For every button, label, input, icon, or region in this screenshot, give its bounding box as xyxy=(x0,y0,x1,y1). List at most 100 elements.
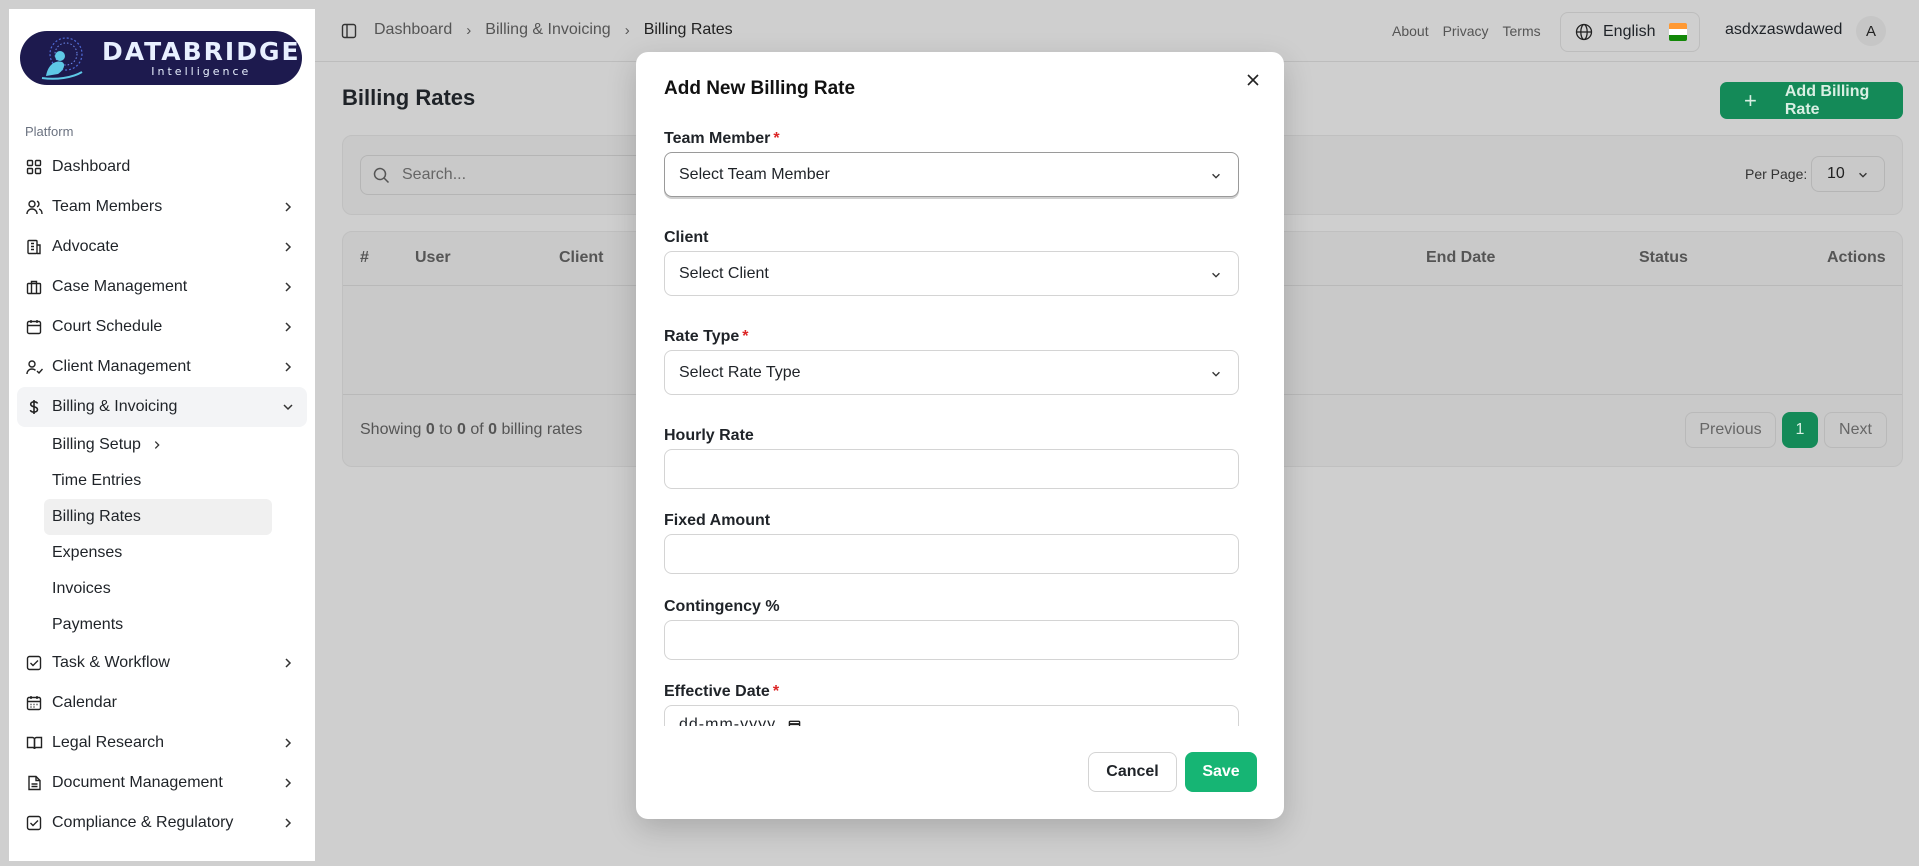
team-member-value: Select Team Member xyxy=(679,165,830,183)
sidebar-item-label: Court Schedule xyxy=(52,318,163,335)
required-marker: * xyxy=(772,683,780,700)
file-icon xyxy=(25,774,43,792)
chevron-right-icon xyxy=(281,240,295,254)
calendar-icon[interactable] xyxy=(788,719,801,726)
required-marker: * xyxy=(773,130,780,147)
column-header-end-date: End Date xyxy=(1426,249,1496,266)
sidebar-subitem-payments[interactable]: Payments xyxy=(44,607,272,643)
contingency-input[interactable] xyxy=(664,620,1239,660)
column-header-actions: Actions xyxy=(1827,249,1886,266)
search-input[interactable]: Search... xyxy=(360,155,660,195)
sidebar-item-label: Legal Research xyxy=(52,734,165,751)
sidebar-item-document-management[interactable]: Document Management xyxy=(17,763,307,803)
team-member-label-text: Team Member xyxy=(664,130,771,147)
briefcase-icon xyxy=(25,278,43,296)
sidebar-item-court-schedule[interactable]: Court Schedule xyxy=(17,307,307,347)
client-select[interactable]: Select Client xyxy=(664,251,1239,296)
sidebar-item-label: Case Management xyxy=(52,278,188,295)
fixed-amount-label: Fixed Amount xyxy=(664,512,771,529)
sidebar-item-label: Team Members xyxy=(52,198,163,215)
sidebar-item-label: Task & Workflow xyxy=(52,654,170,671)
chevron-right-icon xyxy=(281,776,295,790)
sidebar-subitem-label: Payments xyxy=(52,616,124,633)
language-selector[interactable]: English xyxy=(1560,12,1700,52)
users-icon xyxy=(25,198,43,216)
top-links: About Privacy Terms xyxy=(1392,23,1555,39)
next-page-button[interactable]: Next xyxy=(1824,412,1887,448)
avatar[interactable]: A xyxy=(1856,16,1886,46)
team-member-select[interactable]: Select Team Member xyxy=(664,152,1239,197)
grid-icon xyxy=(25,158,43,176)
add-billing-rate-label: Add Billing Rate xyxy=(1784,82,1870,118)
sidebar-subitem-time-entries[interactable]: Time Entries xyxy=(44,463,272,499)
chevron-down-icon xyxy=(1857,168,1869,180)
per-page-label: Per Page: xyxy=(1745,166,1808,182)
contingency-label: Contingency % xyxy=(664,598,780,615)
username[interactable]: asdxzaswdawed xyxy=(1725,21,1842,39)
sidebar-subitem-label: Expenses xyxy=(52,544,123,561)
sidebar-section-label: Platform xyxy=(25,124,74,139)
page-1-button[interactable]: 1 xyxy=(1782,412,1818,448)
effective-date-label-text: Effective Date xyxy=(664,683,770,700)
sidebar-item-label: Document Management xyxy=(52,774,223,791)
breadcrumb-billing-invoicing[interactable]: Billing & Invoicing xyxy=(485,21,610,39)
brand-logo[interactable]: DATABRIDGE Intelligence xyxy=(20,31,302,85)
brand-name: DATABRIDGE xyxy=(102,37,301,66)
sidebar-item-billing-invoicing[interactable]: Billing & Invoicing xyxy=(17,387,307,427)
client-label: Client xyxy=(664,229,709,246)
dialog-title: Add New Billing Rate xyxy=(664,78,856,99)
sidebar-item-client-management[interactable]: Client Management xyxy=(17,347,307,387)
breadcrumb: Dashboard › Billing & Invoicing › Billin… xyxy=(374,21,733,39)
chevron-down-icon xyxy=(1210,268,1222,280)
add-billing-rate-dialog: Add New Billing Rate Team Member * Select… xyxy=(636,52,1284,819)
previous-page-button[interactable]: Previous xyxy=(1685,412,1776,448)
terms-link[interactable]: Terms xyxy=(1503,23,1541,39)
sidebar-item-team-members[interactable]: Team Members xyxy=(17,187,307,227)
sidebar-item-label: Compliance & Regulatory xyxy=(52,814,234,831)
breadcrumb-dashboard[interactable]: Dashboard xyxy=(374,21,452,39)
sidebar-item-calendar[interactable]: Calendar xyxy=(17,683,307,723)
sidebar-item-compliance-regulatory[interactable]: Compliance & Regulatory xyxy=(17,803,307,843)
hourly-rate-input[interactable] xyxy=(664,449,1239,489)
sidebar-item-case-management[interactable]: Case Management xyxy=(17,267,307,307)
per-page-select[interactable]: 10 xyxy=(1811,156,1885,192)
save-button[interactable]: Save xyxy=(1185,752,1257,792)
team-member-label: Team Member * xyxy=(664,130,780,148)
sidebar-item-label: Advocate xyxy=(52,238,119,255)
sidebar-item-dashboard[interactable]: Dashboard xyxy=(17,147,307,187)
sidebar-subitem-invoices[interactable]: Invoices xyxy=(44,571,272,607)
sidebar-item-advocate[interactable]: Advocate xyxy=(17,227,307,267)
effective-date-label: Effective Date * xyxy=(664,683,779,701)
building-icon xyxy=(25,238,43,256)
sidebar-item-legal-research[interactable]: Legal Research xyxy=(17,723,307,763)
add-billing-rate-button[interactable]: + Add Billing Rate xyxy=(1720,82,1903,119)
rate-type-select[interactable]: Select Rate Type xyxy=(664,350,1239,395)
brain-logo-icon xyxy=(36,34,90,82)
summary-to: 0 xyxy=(456,421,466,438)
chevron-right-icon xyxy=(281,320,295,334)
fixed-amount-input[interactable] xyxy=(664,534,1239,574)
privacy-link[interactable]: Privacy xyxy=(1443,23,1489,39)
sidebar: DATABRIDGE Intelligence Platform Dashboa… xyxy=(9,9,315,861)
pagination-summary: Showing 0 to 0 of 0 billing rates xyxy=(360,421,582,439)
about-link[interactable]: About xyxy=(1392,23,1429,39)
effective-date-input[interactable]: dd-mm-yyyy xyxy=(664,705,1239,726)
chevron-down-icon xyxy=(1210,169,1222,181)
chevron-right-icon xyxy=(281,816,295,830)
sidebar-subitem-expenses[interactable]: Expenses xyxy=(44,535,272,571)
sidebar-item-label: Dashboard xyxy=(52,158,131,175)
client-value: Select Client xyxy=(679,264,769,282)
column-header-client: Client xyxy=(559,249,604,266)
close-icon[interactable] xyxy=(1246,73,1260,87)
search-placeholder: Search... xyxy=(402,166,467,183)
plus-icon: + xyxy=(1744,87,1757,113)
sidebar-item-task-workflow[interactable]: Task & Workflow xyxy=(17,643,307,683)
india-flag-icon xyxy=(1669,23,1688,41)
sidebar-subitem-billing-setup[interactable]: Billing Setup xyxy=(44,427,272,463)
column-header-user: User xyxy=(415,249,451,266)
sidebar-subitem-billing-rates[interactable]: Billing Rates xyxy=(44,499,272,535)
chevron-down-icon xyxy=(1210,367,1222,379)
sidebar-subitem-label: Time Entries xyxy=(52,472,142,489)
sidebar-toggle-icon[interactable] xyxy=(341,23,357,39)
cancel-button[interactable]: Cancel xyxy=(1088,752,1177,792)
